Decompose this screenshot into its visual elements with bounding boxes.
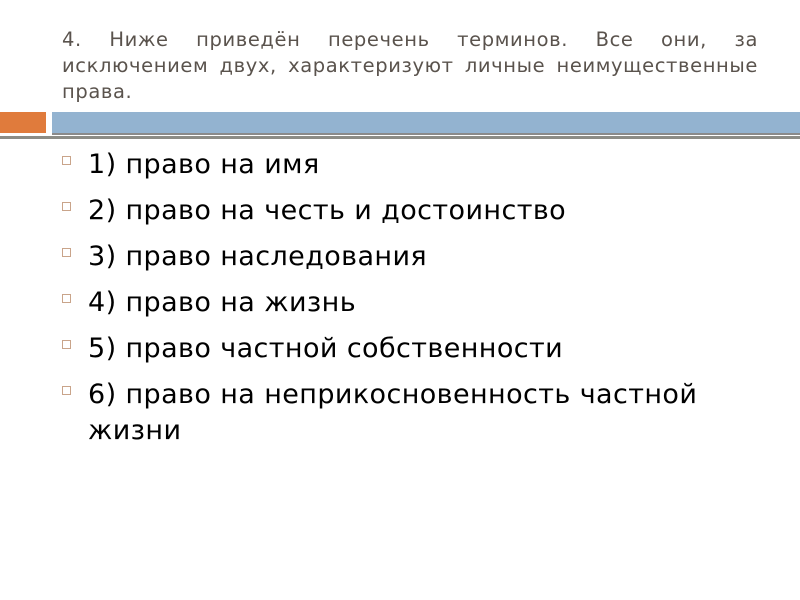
list-item-text: 3) право наследования: [88, 241, 428, 272]
divider-line: [52, 133, 800, 135]
blue-accent-bar: [52, 112, 800, 133]
list-item-text: 5) право частной собственности: [88, 333, 564, 364]
orange-accent-bar: [0, 112, 46, 133]
square-bullet-icon: [62, 156, 71, 165]
list-item: 2) право на честь и достоинство: [62, 193, 762, 229]
square-bullet-icon: [62, 294, 71, 303]
divider-line-secondary: [0, 136, 800, 139]
list-item-text: 2) право на честь и достоинство: [88, 195, 567, 226]
square-bullet-icon: [62, 386, 71, 395]
square-bullet-icon: [62, 248, 71, 257]
list-item: 1) право на имя: [62, 147, 762, 183]
list-item: 3) право наследования: [62, 239, 762, 275]
list-item-text: 1) право на имя: [88, 149, 320, 180]
list-item-text: 6) право на неприкосновенность частной ж…: [88, 379, 698, 446]
list-item: 5) право частной собственности: [62, 331, 762, 367]
square-bullet-icon: [62, 202, 71, 211]
list-item: 6) право на неприкосновенность частной ж…: [62, 377, 762, 449]
list-item-text: 4) право на жизнь: [88, 287, 357, 318]
slide-title: 4. Ниже приведён перечень терминов. Все …: [62, 28, 758, 103]
terms-list: 1) право на имя 2) право на честь и дост…: [62, 147, 762, 459]
list-item: 4) право на жизнь: [62, 285, 762, 321]
square-bullet-icon: [62, 340, 71, 349]
